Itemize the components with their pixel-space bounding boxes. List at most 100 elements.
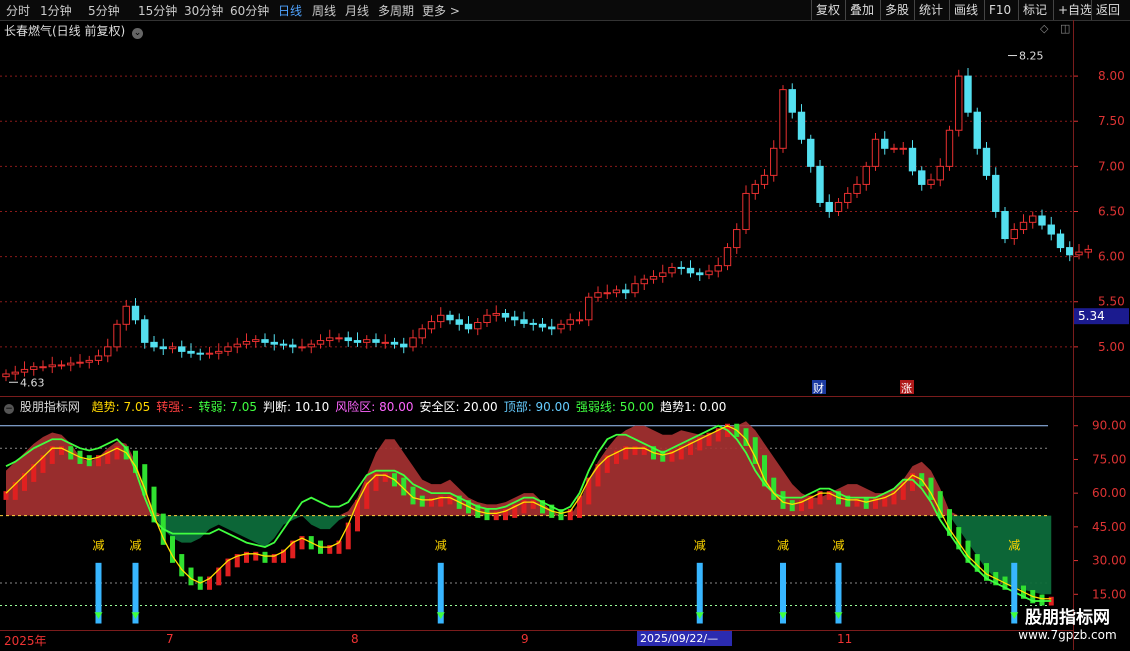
candle (1056, 229, 1065, 253)
candle-body-down (788, 89, 796, 113)
candle-body-up (492, 312, 500, 316)
indicator-legend: − 股朋指标网 趋势: 7.05 转强: - 转弱: 7.05 判断: 10.10 风险… (4, 398, 732, 415)
candle-body-up (104, 346, 112, 357)
candle (113, 319, 121, 352)
candle (899, 141, 907, 155)
candle-body-up (326, 337, 334, 342)
candle (548, 318, 556, 336)
finance-marker-label: 财 (813, 381, 824, 395)
month-label: 7 (166, 632, 174, 646)
candle-body-down (196, 352, 204, 355)
candle (622, 283, 630, 300)
candle (520, 311, 528, 328)
candle (927, 173, 935, 189)
candle-body-down (807, 138, 815, 167)
candle-body-up (94, 355, 103, 361)
candle-body-up (427, 321, 436, 330)
candle (437, 307, 445, 328)
candle-body-up (1084, 248, 1092, 253)
candle (252, 335, 260, 348)
candle-body-down (1066, 247, 1074, 256)
minus-box-icon[interactable]: − (4, 404, 14, 414)
candle-body-down (992, 174, 1000, 212)
candle (427, 315, 436, 334)
candle (825, 194, 833, 218)
candle (455, 313, 463, 331)
candle (1066, 241, 1074, 262)
candle (178, 340, 186, 358)
candle-body-up (39, 366, 47, 369)
month-label: 9 (521, 632, 529, 646)
reduce-signal-label: 减 (93, 538, 105, 552)
pane-divider (0, 396, 1130, 397)
candle (289, 338, 297, 354)
candle (446, 310, 454, 325)
candle (492, 305, 500, 322)
candle (1001, 206, 1009, 244)
candle-body-down (289, 344, 297, 348)
candle (1047, 216, 1055, 241)
ind-bar-up (826, 491, 832, 500)
ind-bar-down (179, 554, 185, 577)
candle (344, 331, 352, 347)
candle (1029, 211, 1037, 229)
candle (807, 134, 815, 173)
candle (881, 131, 889, 155)
candle (1084, 244, 1092, 259)
candle (1038, 209, 1046, 230)
candle (594, 286, 602, 302)
candle-body-up (76, 361, 84, 364)
candle (483, 308, 491, 328)
candle-body-up (57, 364, 66, 367)
candle (992, 167, 1000, 218)
candle-body-down (973, 111, 981, 149)
candle (696, 268, 704, 281)
ind-tick-label: 90.00 (1092, 419, 1126, 433)
reduce-signal-label: 减 (833, 538, 845, 552)
candle-body-up (298, 346, 306, 349)
candle-body-up (48, 364, 56, 368)
candle-body-up (474, 322, 482, 330)
candle-body-down (270, 341, 278, 345)
candle (936, 158, 944, 187)
candle (770, 140, 778, 182)
candle (668, 262, 676, 278)
candle-body-up (85, 359, 93, 363)
watermark-url: www.7gpzb.com (1018, 628, 1117, 642)
watermark: 股朋指标网 www.7gpzb.com (1005, 603, 1130, 642)
price-tick-label: 8.00 (1098, 69, 1125, 83)
candle (945, 125, 954, 171)
candle (760, 169, 769, 189)
legend-item: 顶部: 90.00 (503, 400, 570, 414)
candle-body-up (1019, 221, 1028, 231)
candle-body-up (437, 314, 445, 323)
candle-body-down (400, 343, 408, 348)
candle (677, 261, 685, 275)
candle-body-up (113, 323, 121, 348)
candle (973, 107, 981, 155)
candle-body-down (372, 339, 380, 343)
candle-body-up (770, 147, 778, 176)
candle-body-up (1075, 251, 1083, 256)
candle-body-up (1029, 215, 1037, 223)
month-label: 11 (837, 632, 853, 646)
candle (20, 361, 29, 377)
candle-body-up (585, 296, 593, 321)
candle-body-up (714, 265, 722, 272)
month-label: 8 (351, 632, 359, 646)
legend-item: 强弱线: 50.00 (575, 400, 655, 414)
candle (381, 334, 389, 349)
candle-body-up (945, 129, 954, 167)
candle-body-up (381, 341, 389, 344)
candle-body-down (455, 319, 463, 325)
ind-bar-up (632, 446, 638, 455)
candle-body-up (779, 89, 787, 149)
candle-body-up (168, 346, 177, 350)
candle-body-up (760, 174, 769, 185)
candle (30, 362, 38, 376)
candle-body-down (1001, 210, 1009, 240)
candle-body-up (335, 337, 343, 340)
candle (418, 324, 426, 345)
candle-body-down (178, 346, 186, 352)
candle-body-down (548, 326, 556, 330)
